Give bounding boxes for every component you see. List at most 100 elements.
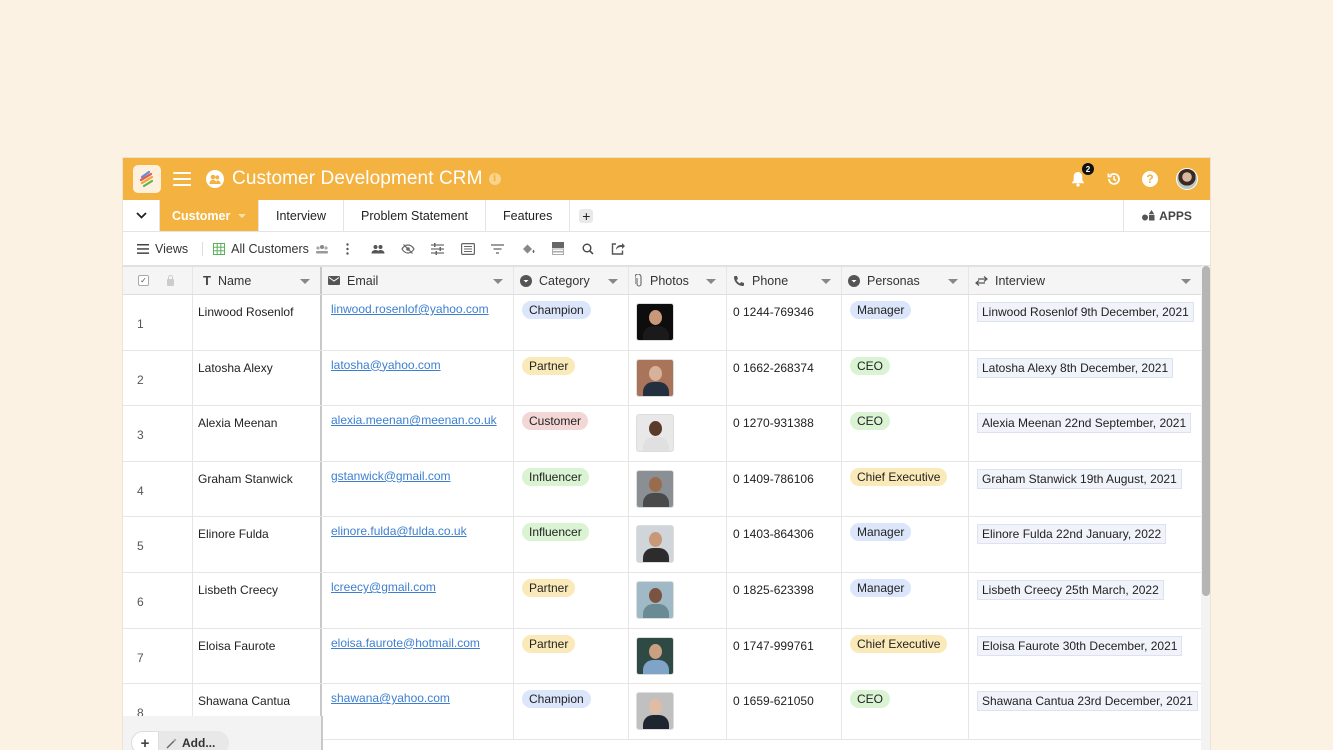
persona-cell[interactable]: CEO	[842, 350, 969, 406]
color-rows-button[interactable]	[513, 239, 543, 259]
column-header-email[interactable]: Email	[322, 267, 514, 294]
category-cell[interactable]: Champion	[514, 295, 629, 350]
add-row-button[interactable]: +	[131, 731, 159, 750]
row-height-button[interactable]	[543, 239, 573, 259]
share-users-button[interactable]	[363, 239, 393, 259]
linked-interview-chip[interactable]: Linwood Rosenlof 9th December, 2021	[977, 302, 1194, 322]
app-logo-icon[interactable]	[133, 165, 161, 193]
row-index-cell[interactable]: 2	[123, 350, 193, 406]
photo-thumbnail[interactable]	[636, 580, 674, 619]
phone-cell[interactable]: 0 1270-931388	[727, 406, 842, 461]
photo-thumbnail[interactable]	[636, 303, 674, 341]
column-menu-caret-icon[interactable]	[821, 279, 831, 284]
email-cell[interactable]: gstanwick@gmail.com	[322, 461, 514, 517]
info-icon[interactable]: i	[488, 173, 501, 185]
interview-cell[interactable]: Lisbeth Creecy 25th March, 2022	[969, 573, 1201, 628]
email-link[interactable]: lcreecy@gmail.com	[331, 580, 436, 594]
name-cell[interactable]: Eloisa Faurote	[193, 628, 322, 684]
interview-cell[interactable]: Alexia Meenan 22nd September, 2021	[969, 406, 1201, 461]
phone-cell[interactable]: 0 1662-268374	[727, 350, 842, 406]
photo-thumbnail[interactable]	[636, 636, 674, 675]
photos-cell[interactable]	[629, 350, 727, 406]
linked-interview-chip[interactable]: Elinore Fulda 22nd January, 2022	[977, 524, 1167, 545]
select-all-checkbox[interactable]: ✓	[138, 275, 149, 286]
vertical-scrollbar[interactable]	[1202, 266, 1210, 596]
category-cell[interactable]: Partner	[514, 628, 629, 684]
tab-problem-statement[interactable]: Problem Statement	[344, 200, 487, 231]
email-cell[interactable]: eloisa.faurote@hotmail.com	[322, 628, 514, 684]
persona-cell[interactable]: CEO	[842, 684, 969, 739]
column-header-category[interactable]: Category	[514, 267, 629, 294]
menu-icon[interactable]	[173, 172, 191, 186]
linked-interview-chip[interactable]: Latosha Alexy 8th December, 2021	[977, 357, 1174, 378]
search-button[interactable]	[573, 239, 603, 259]
row-index-cell[interactable]: 1	[123, 295, 193, 350]
persona-cell[interactable]: Manager	[842, 517, 969, 572]
photo-thumbnail[interactable]	[636, 469, 674, 508]
apps-button[interactable]: APPS	[1123, 200, 1210, 231]
interview-cell[interactable]: Elinore Fulda 22nd January, 2022	[969, 517, 1201, 572]
name-cell[interactable]: Lisbeth Creecy	[193, 572, 322, 628]
photos-cell[interactable]	[629, 628, 727, 684]
name-cell[interactable]: Linwood Rosenlof	[193, 295, 322, 350]
category-cell[interactable]: Champion	[514, 684, 629, 739]
photos-cell[interactable]	[629, 517, 727, 572]
user-avatar[interactable]	[1176, 168, 1198, 190]
interview-cell[interactable]: Eloisa Faurote 30th December, 2021	[969, 629, 1201, 684]
column-header-interview[interactable]: Interview	[969, 267, 1201, 294]
photo-thumbnail[interactable]	[636, 692, 674, 731]
share-view-button[interactable]	[603, 239, 633, 259]
persona-cell[interactable]: Manager	[842, 295, 969, 350]
email-cell[interactable]: elinore.fulda@fulda.co.uk	[322, 517, 514, 572]
interview-cell[interactable]: Linwood Rosenlof 9th December, 2021	[969, 295, 1201, 350]
column-menu-caret-icon[interactable]	[1181, 279, 1191, 284]
interview-cell[interactable]: Shawana Cantua 23rd December, 2021	[969, 684, 1201, 739]
column-header-photos[interactable]: Photos	[629, 267, 727, 294]
photo-thumbnail[interactable]	[636, 525, 674, 564]
linked-interview-chip[interactable]: Shawana Cantua 23rd December, 2021	[977, 691, 1198, 712]
tab-interview[interactable]: Interview	[259, 200, 345, 231]
email-link[interactable]: shawana@yahoo.com	[331, 691, 450, 705]
help-button[interactable]: ?	[1140, 169, 1160, 189]
email-cell[interactable]: lcreecy@gmail.com	[322, 572, 514, 628]
phone-cell[interactable]: 0 1659-621050	[727, 684, 842, 739]
current-view-button[interactable]: All Customers	[213, 242, 329, 256]
table-row[interactable]: 3 Alexia Meenan alexia.meenan@meenan.co.…	[123, 406, 1201, 462]
persona-cell[interactable]: Chief Executive	[842, 628, 969, 684]
column-menu-caret-icon[interactable]	[948, 279, 958, 284]
photos-cell[interactable]	[629, 572, 727, 628]
interview-cell[interactable]: Graham Stanwick 19th August, 2021	[969, 462, 1201, 517]
tab-customer[interactable]: Customer	[160, 200, 259, 231]
phone-cell[interactable]: 0 1403-864306	[727, 517, 842, 572]
linked-interview-chip[interactable]: Graham Stanwick 19th August, 2021	[977, 468, 1182, 489]
persona-cell[interactable]: Manager	[842, 572, 969, 628]
add-more-button[interactable]: Add...	[159, 736, 229, 750]
phone-cell[interactable]: 0 1825-623398	[727, 572, 842, 628]
email-link[interactable]: linwood.rosenlof@yahoo.com	[331, 302, 489, 316]
phone-cell[interactable]: 0 1244-769346	[727, 295, 842, 350]
name-cell[interactable]: Latosha Alexy	[193, 350, 322, 406]
photos-cell[interactable]	[629, 461, 727, 517]
table-row[interactable]: 7 Eloisa Faurote eloisa.faurote@hotmail.…	[123, 628, 1201, 685]
view-options-button[interactable]	[333, 239, 363, 259]
table-row[interactable]: 4 Graham Stanwick gstanwick@gmail.com In…	[123, 461, 1201, 518]
table-row[interactable]: 2 Latosha Alexy latosha@yahoo.com Partne…	[123, 350, 1201, 407]
phone-cell[interactable]: 0 1747-999761	[727, 628, 842, 684]
category-cell[interactable]: Customer	[514, 406, 629, 461]
filter-button[interactable]	[483, 239, 513, 259]
email-cell[interactable]: latosha@yahoo.com	[322, 350, 514, 406]
add-table-button[interactable]: +	[570, 200, 602, 231]
name-cell[interactable]: Alexia Meenan	[193, 406, 322, 461]
column-menu-caret-icon[interactable]	[608, 279, 618, 284]
row-details-button[interactable]	[453, 239, 483, 259]
row-index-cell[interactable]: 6	[123, 572, 193, 628]
category-cell[interactable]: Influencer	[514, 461, 629, 517]
photos-cell[interactable]	[629, 406, 727, 461]
views-button[interactable]: Views	[137, 242, 188, 256]
email-link[interactable]: elinore.fulda@fulda.co.uk	[331, 524, 467, 538]
photos-cell[interactable]	[629, 684, 727, 739]
email-cell[interactable]: alexia.meenan@meenan.co.uk	[322, 406, 514, 461]
row-index-cell[interactable]: 5	[123, 517, 193, 572]
email-link[interactable]: alexia.meenan@meenan.co.uk	[331, 413, 497, 427]
notifications-button[interactable]: 2	[1068, 163, 1094, 189]
